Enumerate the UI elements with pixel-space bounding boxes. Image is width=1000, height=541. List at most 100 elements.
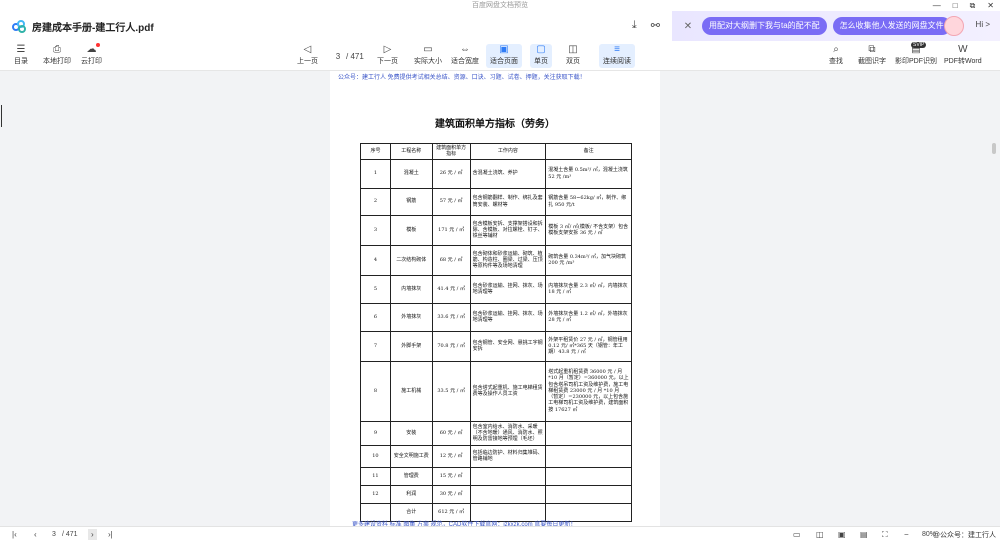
table-cell: 68 元 / ㎡ — [431, 244, 471, 276]
table-cell: 内墙抹灰含量 2.3 ㎡/ ㎡，内墙抹灰 18 元 / ㎡ — [545, 274, 632, 304]
download-icon[interactable]: ⤓ — [632, 19, 637, 32]
screenshot-icon: ⧉ — [868, 44, 876, 55]
table-cell: 包含砂浆运输、挂网、抹灰、场地清理等 — [469, 274, 547, 304]
double-view-icon[interactable]: ◫ — [816, 529, 824, 540]
table-cell: 12 — [360, 484, 391, 504]
document-title: 建筑面积单方指标（劳务） — [435, 119, 555, 130]
table-cell: 包含模板安拆、支撑架搭设和拆除、含模板、对拉螺栓、钉子、铁丝等辅材 — [469, 214, 547, 246]
svip-badge: SVIP — [911, 42, 927, 48]
next-page-button[interactable]: ▷ 下一页 — [377, 44, 398, 68]
table-cell: 包含钢筋翻样、制作、绑扎及套筒安装、螺材等 — [469, 187, 547, 216]
table-row: 11 管理费 15 元 / ㎡ — [360, 466, 632, 486]
table-cell: 包含砂浆运输、挂网、抹灰、场地清理等 — [469, 302, 547, 332]
prev-page-button[interactable]: ◁ 上一页 — [297, 44, 318, 68]
minimize-button[interactable]: — — [933, 0, 941, 11]
assistant-avatar-icon[interactable] — [944, 16, 964, 36]
table-cell: 二次结构砌体 — [389, 244, 433, 276]
table-cell: 1 — [360, 158, 391, 189]
table-cell: 外脚手架 — [389, 330, 433, 362]
table-cell — [469, 466, 547, 486]
fit-page-icon[interactable]: ▣ — [838, 529, 846, 540]
pdf-page: 公众号：建工行人 免费提供考试相关总结、资源、口诀、习题、试卷、押题，关注获取下… — [330, 71, 660, 528]
page-total: / 471 — [346, 52, 364, 61]
status-bar: |‹ ‹ 3 / 471 › ›| ▭ ◫ ▣ ▤ ⛶ − 80% @公众号：建… — [0, 526, 1000, 541]
table-cell: 3 — [360, 214, 391, 246]
table-cell — [545, 444, 632, 468]
double-page-icon: ◫ — [568, 44, 578, 55]
page-input[interactable]: 3 — [52, 529, 56, 540]
table-row: 5 内墙抹灰 41.4 元 / ㎡包含砂浆运输、挂网、抹灰、场地清理等 内墙抹灰含量 … — [360, 274, 632, 304]
table-row: 7 外脚手架 70.8 元 / ㎡包含钢管、安全网、悬挑工字钢安拆 外架平租赁价 27… — [360, 330, 632, 362]
table-row: 3 模板 171 元 / ㎡包含模板安拆、支撑架搭设和拆除、含模板、对拉螺栓、钉子、… — [360, 214, 632, 246]
table-cell: 9 — [360, 420, 391, 446]
ai-suggestion-chip[interactable]: 怎么收集他人发送的网盘文件 — [832, 17, 951, 35]
table-cell: 57 元 / ㎡ — [431, 187, 471, 216]
document-viewer[interactable]: 公众号：建工行人 免费提供考试相关总结、资源、口诀、习题、试卷、押题，关注获取下… — [0, 71, 1000, 528]
actual-size-icon: ▭ — [423, 44, 433, 55]
table-cell: 7 — [360, 330, 391, 362]
fullscreen-icon[interactable]: ⛶ — [882, 529, 888, 540]
pdf-to-word-button[interactable]: W PDF转Word — [944, 44, 982, 68]
maximize-button[interactable]: □ — [953, 0, 958, 11]
next-page-icon[interactable]: › — [88, 529, 97, 540]
table-cell: 5 — [360, 274, 391, 304]
vertical-scrollbar[interactable] — [992, 143, 996, 154]
local-print-button[interactable]: ⎙ 本地打印 — [43, 44, 71, 68]
table-row: 10 安全文明施工费 12 元 / ㎡包括临边防护、材料归集堆码、管路铺地 — [360, 444, 632, 468]
table-cell: 33.5 元 / ㎡ — [431, 360, 471, 422]
table-cell: 4 — [360, 244, 391, 276]
table-cell: 混凝土含量 0.5m³/ ㎡，混凝土浇筑 52 元 /m³ — [545, 158, 632, 189]
table-cell: 包含砌体和砂浆运输、砌筑、植筋、构造柱、圈梁、过梁、压顶等原构件等及场地清理 — [469, 244, 547, 276]
file-tab[interactable]: 房建成本手册-建工行人.pdf ⤓ ⚯ — [0, 11, 672, 41]
single-page-button[interactable]: ▢ 单页 — [530, 44, 552, 68]
table-cell: 外架平租赁价 27 元 / ㎡，钢管租用 0.12 元/ ㎡*365 天（钢管：… — [545, 330, 632, 362]
zoom-out-icon[interactable]: − — [904, 529, 909, 540]
table-cell: 6 — [360, 302, 391, 332]
fit-page-button[interactable]: ▣ 适合页面 — [486, 44, 522, 68]
table-cell: 钢筋 — [389, 187, 433, 216]
close-icon[interactable]: ✕ — [680, 21, 696, 32]
toc-button[interactable]: ☰ 目录 — [14, 44, 28, 68]
share-icon[interactable]: ⚯ — [651, 19, 660, 32]
table-header-row: 序号 工程名称 建筑面积单方指标 工作内容 备注 — [360, 143, 632, 160]
table-row: 6 外墙抹灰 33.6 元 / ㎡包含砂浆运输、挂网、抹灰、场地清理等 外墙抹灰含量 … — [360, 302, 632, 332]
toc-icon: ☰ — [16, 44, 26, 55]
double-page-button[interactable]: ◫ 双页 — [566, 44, 580, 68]
file-title: 房建成本手册-建工行人.pdf — [32, 22, 154, 34]
table-cell: 12 元 / ㎡ — [431, 444, 471, 468]
prev-icon: ◁ — [303, 44, 312, 55]
close-button[interactable]: ✕ — [987, 0, 994, 11]
last-page-icon[interactable]: ›| — [108, 529, 113, 540]
table-cell: 外墙抹灰 — [389, 302, 433, 332]
screenshot-ocr-button[interactable]: ⧉ 截图识字 — [858, 44, 886, 68]
continuous-view-icon[interactable]: ▤ — [860, 529, 868, 540]
continuous-read-button[interactable]: ≡ 连续阅读 — [599, 44, 635, 68]
window-title-bar: 百度网盘文档预览 — □ ⧉ ✕ — [0, 0, 1000, 11]
fit-width-button[interactable]: ⇔ 适合宽度 — [451, 44, 479, 68]
actual-size-button[interactable]: ▭ 实际大小 — [414, 44, 442, 68]
table-cell: 171 元 / ㎡ — [431, 214, 471, 246]
table-cell: 模板 3 ㎡/ ㎡(模板/ 不含支架）包含模板支架安拆 36 元 / ㎡ — [545, 214, 632, 246]
prev-page-icon[interactable]: ‹ — [34, 529, 37, 540]
table-cell: 管理费 — [389, 466, 433, 486]
ai-suggestion-chip[interactable]: 用配对大纲删下我与ta的配不配 — [702, 17, 827, 35]
assistant-greeting[interactable]: Hi > — [976, 20, 990, 29]
window-title: 百度网盘文档预览 — [472, 2, 528, 9]
page-total: / 471 — [62, 531, 78, 538]
table-cell: 内墙抹灰 — [389, 274, 433, 304]
table-cell: 塔式起重机租赁费 36000 元 / 月 *10 月（暂定）=360000 元，… — [545, 360, 632, 422]
table-cell: 30 元 / ㎡ — [431, 484, 471, 504]
table-cell: 70.8 元 / ㎡ — [431, 330, 471, 362]
text-cursor — [1, 105, 2, 127]
cloud-printer-icon: ☁ — [86, 44, 97, 55]
table-row: 12 利润 30 元 / ㎡ — [360, 484, 632, 504]
table-cell: 模板 — [389, 214, 433, 246]
table-cell: 安全文明施工费 — [389, 444, 433, 468]
find-button[interactable]: ⌕ 查找 — [829, 44, 843, 68]
single-view-icon[interactable]: ▭ — [793, 529, 801, 540]
first-page-icon[interactable]: |‹ — [12, 529, 17, 540]
page-input[interactable]: 3 — [330, 52, 346, 61]
cloud-print-button[interactable]: ☁ 云打印 — [81, 44, 102, 68]
notification-dot — [96, 43, 100, 47]
restore-button[interactable]: ⧉ — [970, 0, 976, 11]
